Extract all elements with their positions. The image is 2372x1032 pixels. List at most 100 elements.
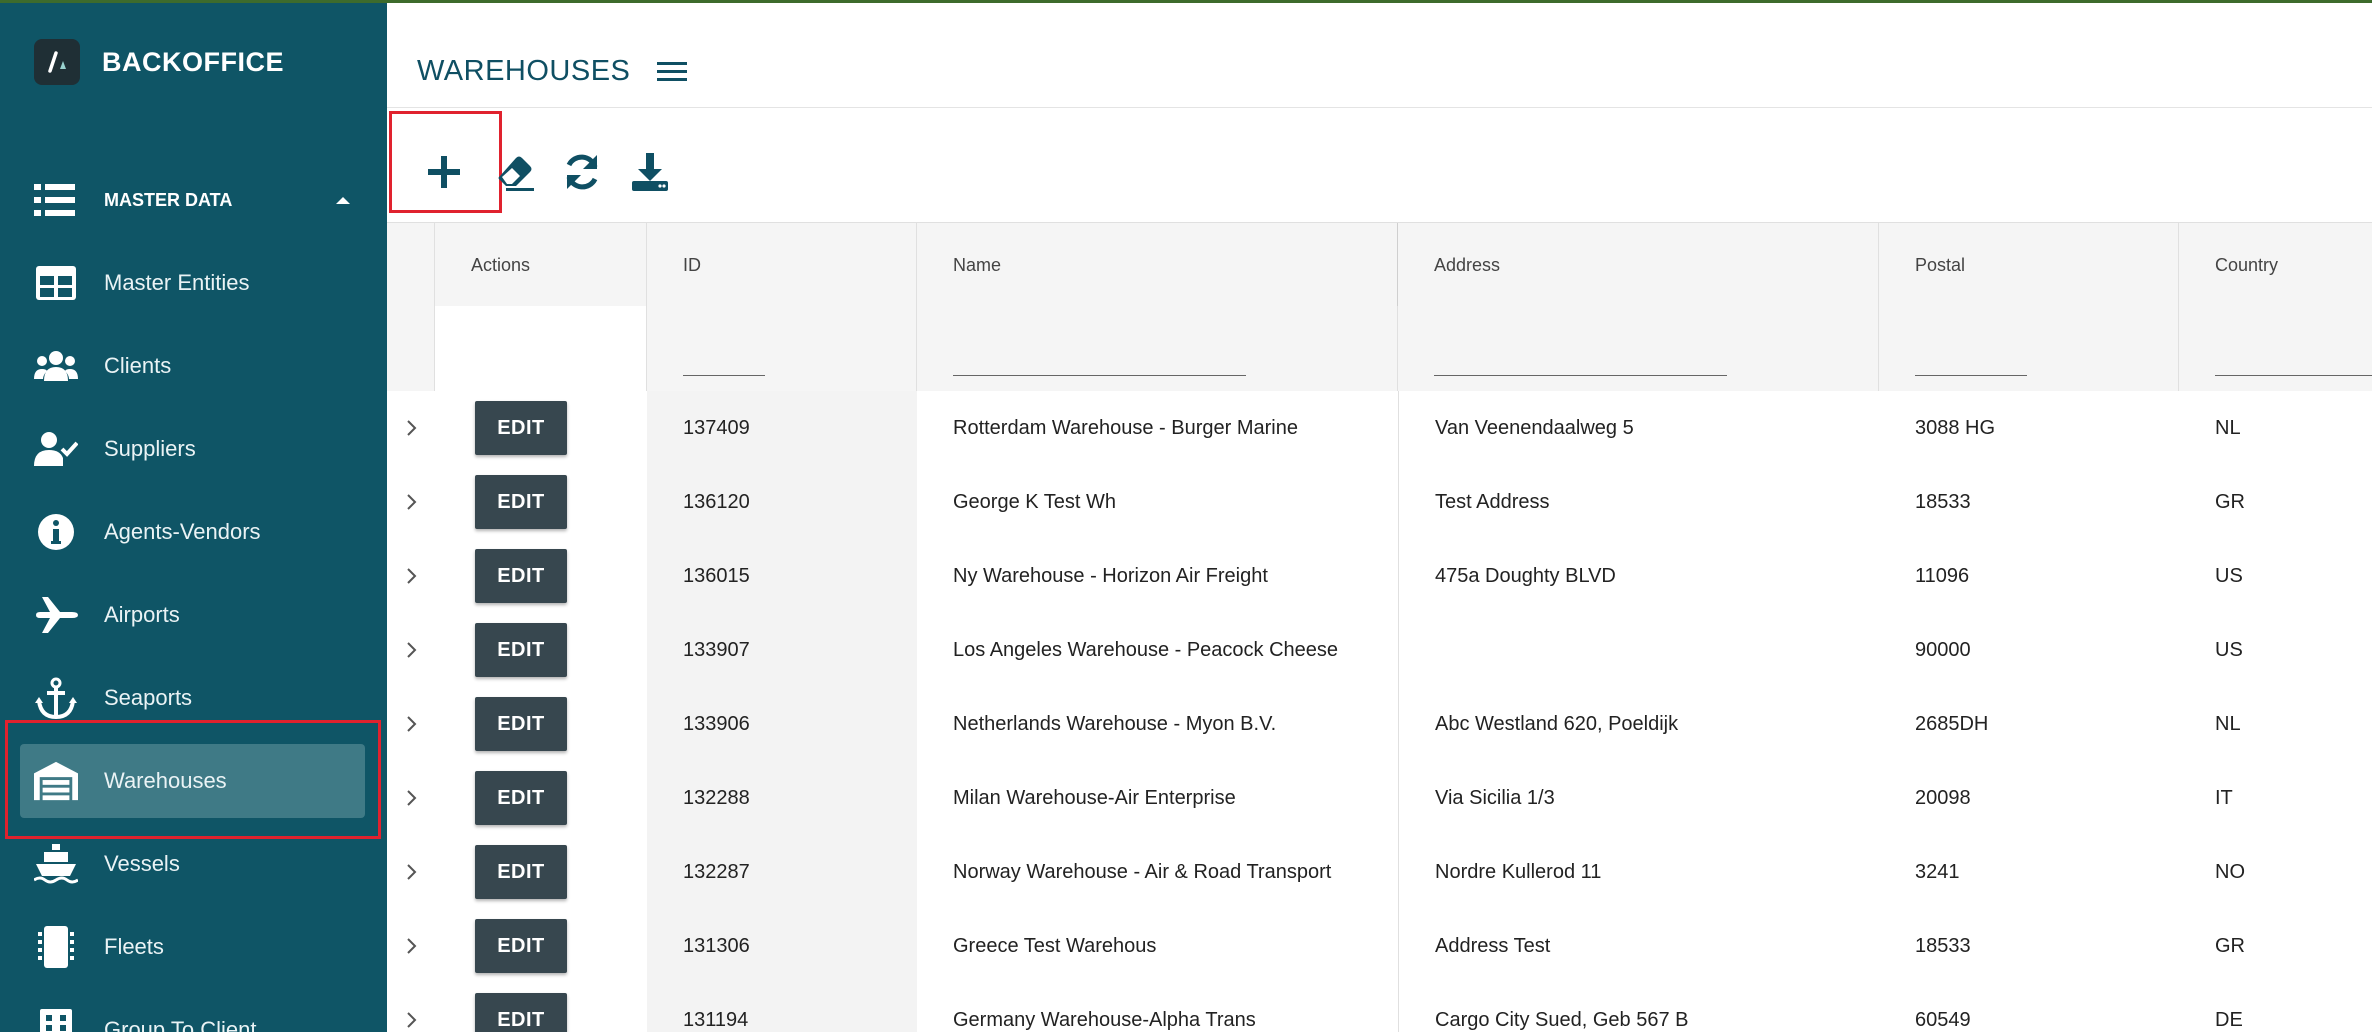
filter-id-input[interactable] bbox=[683, 375, 765, 376]
edit-button[interactable]: EDIT bbox=[475, 549, 567, 603]
cell-address: 475a Doughty BLVD bbox=[1398, 539, 1879, 613]
sidebar-item-label: Airports bbox=[104, 602, 180, 627]
cell-name: George K Test Wh bbox=[953, 490, 1117, 513]
table-header: Actions ID Name Address Postal Country bbox=[387, 222, 2372, 308]
eraser-icon bbox=[498, 156, 534, 191]
filter-name-input[interactable] bbox=[953, 375, 1246, 376]
cell-id: 136015 bbox=[647, 539, 917, 613]
cell-name: Norway Warehouse - Air & Road Transport bbox=[953, 860, 1332, 883]
cell-name: Netherlands Warehouse - Myon B.V. bbox=[953, 712, 1277, 735]
cell-id: 136120 bbox=[647, 465, 917, 539]
refresh-button[interactable] bbox=[555, 145, 609, 199]
edit-button[interactable]: EDIT bbox=[475, 697, 567, 751]
sidebar-section-master-data[interactable]: MASTER DATA bbox=[34, 178, 354, 222]
sidebar-item-clients[interactable]: Clients bbox=[20, 329, 365, 403]
expand-row-chevron-icon[interactable] bbox=[397, 391, 427, 465]
filter-postal-cell bbox=[1879, 306, 2179, 391]
table-row[interactable]: EDIT 131194 Germany Warehouse-Alpha Trans C… bbox=[387, 983, 2372, 1032]
header-actions[interactable]: Actions bbox=[435, 223, 647, 307]
sidebar-item-label: Group To Client bbox=[104, 1017, 257, 1032]
table-row[interactable]: EDIT 137409 Rotterdam Warehouse - Burger M… bbox=[387, 391, 2372, 466]
cell-postal: 3241 bbox=[1915, 860, 1960, 883]
ship-icon bbox=[34, 842, 78, 886]
page-header: WAREHOUSES bbox=[387, 3, 2372, 108]
edit-button[interactable]: EDIT bbox=[475, 845, 567, 899]
cell-address: Cargo City Sued, Geb 567 B bbox=[1398, 983, 1879, 1032]
cell-id: 137409 bbox=[647, 391, 917, 465]
sidebar-item-agents-vendors[interactable]: Agents-Vendors bbox=[20, 495, 365, 569]
sidebar-item-master-entities[interactable]: Master Entities bbox=[20, 246, 365, 320]
cell-address: Van Veenendaalweg 5 bbox=[1398, 391, 1879, 465]
expand-row-chevron-icon[interactable] bbox=[397, 761, 427, 835]
header-address[interactable]: Address bbox=[1398, 223, 1879, 307]
cell-address bbox=[1398, 613, 1879, 687]
cell-name: Los Angeles Warehouse - Peacock Cheese bbox=[953, 638, 1339, 661]
sidebar-item-suppliers[interactable]: Suppliers bbox=[20, 412, 365, 486]
clear-filters-button[interactable] bbox=[487, 145, 541, 199]
header-name[interactable]: Name bbox=[917, 223, 1398, 307]
toolbar bbox=[387, 107, 2372, 225]
table-row[interactable]: EDIT 132288 Milan Warehouse-Air Enterprise… bbox=[387, 761, 2372, 836]
users-group-icon bbox=[34, 344, 78, 388]
table-row[interactable]: EDIT 131306 Greece Test Warehous Address Te… bbox=[387, 909, 2372, 984]
cell-country: DE bbox=[2215, 1008, 2243, 1031]
header-postal[interactable]: Postal bbox=[1879, 223, 2179, 307]
cell-id: 131306 bbox=[647, 909, 917, 983]
caret-up-icon bbox=[336, 196, 350, 204]
table-row[interactable]: EDIT 133906 Netherlands Warehouse - Myon B… bbox=[387, 687, 2372, 762]
cell-postal: 90000 bbox=[1915, 638, 1971, 661]
expand-row-chevron-icon[interactable] bbox=[397, 465, 427, 539]
cell-name: Ny Warehouse - Horizon Air Freight bbox=[953, 564, 1268, 587]
info-circle-icon bbox=[34, 510, 78, 554]
table-row[interactable]: EDIT 136015 Ny Warehouse - Horizon Air Fre… bbox=[387, 539, 2372, 614]
edit-button[interactable]: EDIT bbox=[475, 771, 567, 825]
expand-row-chevron-icon[interactable] bbox=[397, 613, 427, 687]
cell-address: Via Sicilia 1/3 bbox=[1398, 761, 1879, 835]
download-button[interactable] bbox=[623, 145, 677, 199]
edit-button[interactable]: EDIT bbox=[475, 993, 567, 1032]
sidebar-item-label: Vessels bbox=[104, 851, 180, 876]
filter-postal-input[interactable] bbox=[1915, 375, 2027, 376]
edit-button[interactable]: EDIT bbox=[475, 401, 567, 455]
edit-button[interactable]: EDIT bbox=[475, 919, 567, 973]
cell-name: Germany Warehouse-Alpha Trans bbox=[953, 1008, 1256, 1031]
brand[interactable]: BACKOFFICE bbox=[34, 39, 284, 85]
expand-row-chevron-icon[interactable] bbox=[397, 983, 427, 1032]
cell-postal: 2685DH bbox=[1915, 712, 1989, 735]
table-row[interactable]: EDIT 133907 Los Angeles Warehouse - Peacoc… bbox=[387, 613, 2372, 688]
filter-country-cell bbox=[2179, 306, 2372, 391]
filter-expander bbox=[387, 306, 435, 391]
highlight-box-add bbox=[389, 111, 502, 213]
download-icon bbox=[632, 153, 668, 191]
table-row[interactable]: EDIT 136120 George K Test Wh Test Address 18… bbox=[387, 465, 2372, 540]
header-country[interactable]: Country bbox=[2179, 223, 2372, 307]
cell-country: NL bbox=[2215, 416, 2241, 439]
filter-address-input[interactable] bbox=[1434, 375, 1727, 376]
cell-id: 133907 bbox=[647, 613, 917, 687]
edit-button[interactable]: EDIT bbox=[475, 475, 567, 529]
sidebar-item-vessels[interactable]: Vessels bbox=[20, 827, 365, 901]
header-id[interactable]: ID bbox=[647, 223, 917, 307]
expand-row-chevron-icon[interactable] bbox=[397, 539, 427, 613]
cell-postal: 18533 bbox=[1915, 490, 1971, 513]
hamburger-menu-icon[interactable] bbox=[657, 59, 687, 83]
sidebar-item-label: Fleets bbox=[104, 934, 164, 959]
expand-row-chevron-icon[interactable] bbox=[397, 687, 427, 761]
sidebar-item-fleets[interactable]: Fleets bbox=[20, 910, 365, 984]
expand-row-chevron-icon[interactable] bbox=[397, 909, 427, 983]
filter-country-input[interactable] bbox=[2215, 375, 2372, 376]
cell-address: Nordre Kullerod 11 bbox=[1398, 835, 1879, 909]
cell-id: 133906 bbox=[647, 687, 917, 761]
filter-address-cell bbox=[1398, 306, 1879, 391]
cell-country: IT bbox=[2215, 786, 2233, 809]
warehouses-table: Actions ID Name Address Postal Country E… bbox=[387, 222, 2372, 1032]
page-title: WAREHOUSES bbox=[417, 55, 631, 87]
building-icon bbox=[34, 1008, 78, 1032]
table-row[interactable]: EDIT 132287 Norway Warehouse - Air & Road … bbox=[387, 835, 2372, 910]
expand-row-chevron-icon[interactable] bbox=[397, 835, 427, 909]
sidebar-item-airports[interactable]: Airports bbox=[20, 578, 365, 652]
filter-name-cell bbox=[917, 306, 1398, 391]
logo-icon bbox=[34, 39, 80, 85]
sidebar-item-group-to-client[interactable]: Group To Client bbox=[20, 993, 365, 1032]
edit-button[interactable]: EDIT bbox=[475, 623, 567, 677]
